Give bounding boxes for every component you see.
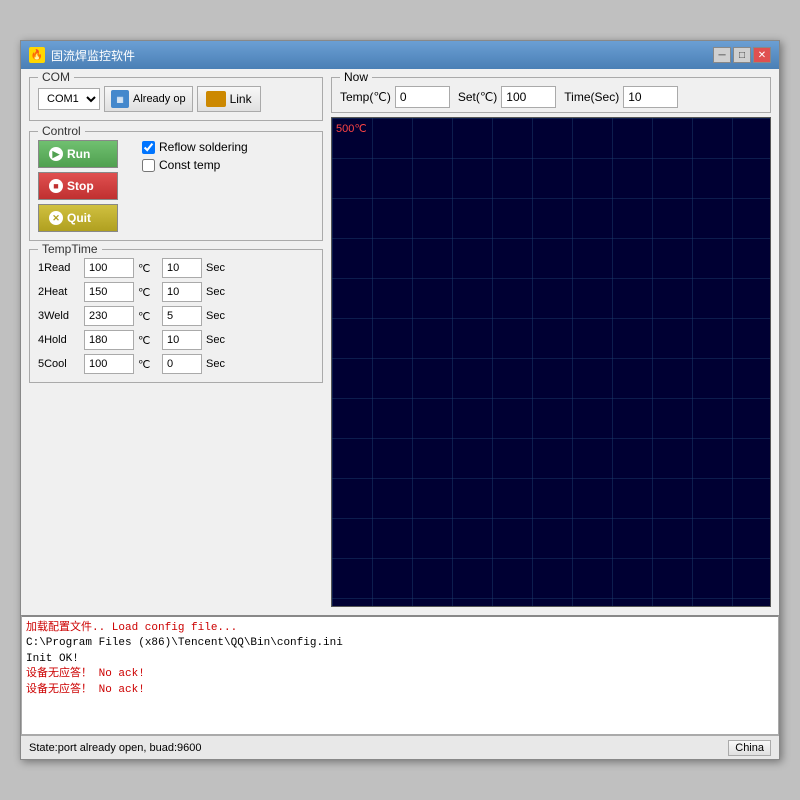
- temptime-row-2: 3Weld ℃ Sec: [38, 306, 314, 326]
- left-panel: COM COM1 COM2 COM3 COM4 ▦ Already op: [21, 69, 331, 615]
- temptime-temp-unit-1: ℃: [138, 286, 158, 299]
- reflow-checkbox-row: Reflow soldering: [142, 140, 248, 154]
- set-field: Set(℃): [458, 86, 556, 108]
- temptime-temp-unit-2: ℃: [138, 310, 158, 323]
- chart-y-label: 500℃: [336, 122, 367, 135]
- run-label: Run: [67, 147, 90, 161]
- already-icon: ▦: [111, 90, 129, 108]
- chart-container: 500℃: [331, 117, 771, 607]
- now-row: Temp(℃) Set(℃) Time(Sec): [340, 86, 762, 108]
- time-field: Time(Sec): [564, 86, 678, 108]
- temp-value-input[interactable]: [395, 86, 450, 108]
- const-label: Const temp: [159, 158, 220, 172]
- chart-grid: [332, 118, 770, 606]
- com-row: COM1 COM2 COM3 COM4 ▦ Already op Link: [38, 86, 314, 112]
- temptime-row-label-2: 3Weld: [38, 310, 80, 322]
- temptime-time-input-3[interactable]: [162, 330, 202, 350]
- temptime-row-3: 4Hold ℃ Sec: [38, 330, 314, 350]
- temptime-time-unit-0: Sec: [206, 262, 225, 274]
- reflow-checkbox[interactable]: [142, 141, 155, 154]
- temptime-temp-input-1[interactable]: [84, 282, 134, 302]
- temptime-time-unit-2: Sec: [206, 310, 225, 322]
- time-value-input[interactable]: [623, 86, 678, 108]
- status-bar: State:port already open, buad:9600 China: [21, 735, 779, 759]
- temptime-temp-unit-4: ℃: [138, 358, 158, 371]
- temptime-rows: 1Read ℃ Sec 2Heat ℃ Sec 3Weld ℃ Sec 4Hol…: [38, 258, 314, 374]
- stop-label: Stop: [67, 179, 94, 193]
- main-window: 🔥 固流焊监控软件 ─ □ ✕ COM COM1 COM2 COM3: [20, 40, 780, 760]
- control-group: Control ▶ Run ■ Stop: [29, 131, 323, 241]
- temptime-temp-input-4[interactable]: [84, 354, 134, 374]
- stop-icon: ■: [49, 179, 63, 193]
- log-area[interactable]: 加载配置文件.. Load config file...C:\Program F…: [21, 615, 779, 735]
- right-panel: Now Temp(℃) Set(℃) Time(Sec): [331, 69, 779, 615]
- reflow-label: Reflow soldering: [159, 140, 248, 154]
- temptime-row-label-3: 4Hold: [38, 334, 80, 346]
- now-panel-label: Now: [340, 70, 372, 84]
- run-button[interactable]: ▶ Run: [38, 140, 118, 168]
- temptime-temp-input-0[interactable]: [84, 258, 134, 278]
- run-icon: ▶: [49, 147, 63, 161]
- const-checkbox[interactable]: [142, 159, 155, 172]
- checkboxes: Reflow soldering Const temp: [142, 140, 248, 232]
- app-icon: 🔥: [29, 47, 45, 63]
- const-checkbox-row: Const temp: [142, 158, 248, 172]
- quit-icon: ✕: [49, 211, 63, 225]
- stop-button[interactable]: ■ Stop: [38, 172, 118, 200]
- temptime-row-4: 5Cool ℃ Sec: [38, 354, 314, 374]
- top-area: COM COM1 COM2 COM3 COM4 ▦ Already op: [21, 69, 779, 615]
- temptime-temp-unit-3: ℃: [138, 334, 158, 347]
- log-line-2: Init OK!: [26, 652, 774, 667]
- already-label: Already op: [133, 93, 186, 105]
- temptime-time-input-0[interactable]: [162, 258, 202, 278]
- temptime-time-input-4[interactable]: [162, 354, 202, 374]
- quit-button[interactable]: ✕ Quit: [38, 204, 118, 232]
- main-content: COM COM1 COM2 COM3 COM4 ▦ Already op: [21, 69, 779, 759]
- title-bar-left: 🔥 固流焊监控软件: [29, 47, 135, 64]
- set-value-input[interactable]: [501, 86, 556, 108]
- link-label: Link: [230, 92, 252, 106]
- temp-field: Temp(℃): [340, 86, 450, 108]
- temptime-row-1: 2Heat ℃ Sec: [38, 282, 314, 302]
- temptime-time-input-2[interactable]: [162, 306, 202, 326]
- com-select[interactable]: COM1 COM2 COM3 COM4: [38, 88, 100, 110]
- log-line-0: 加载配置文件.. Load config file...: [26, 621, 774, 636]
- temptime-temp-unit-0: ℃: [138, 262, 158, 275]
- temptime-row-0: 1Read ℃ Sec: [38, 258, 314, 278]
- temptime-group: TempTime 1Read ℃ Sec 2Heat ℃ Sec 3Weld ℃…: [29, 249, 323, 383]
- com-group: COM COM1 COM2 COM3 COM4 ▦ Already op: [29, 77, 323, 121]
- title-buttons: ─ □ ✕: [713, 47, 771, 63]
- status-text: State:port already open, buad:9600: [29, 742, 201, 754]
- com-group-label: COM: [38, 70, 74, 84]
- temptime-row-label-0: 1Read: [38, 262, 80, 274]
- window-title: 固流焊监控软件: [51, 47, 135, 64]
- temptime-time-input-1[interactable]: [162, 282, 202, 302]
- log-line-4: 设备无应答！ No ack!: [26, 683, 774, 698]
- log-line-3: 设备无应答！ No ack!: [26, 667, 774, 682]
- china-button[interactable]: China: [728, 740, 771, 756]
- temptime-temp-input-3[interactable]: [84, 330, 134, 350]
- temp-field-label: Temp(℃): [340, 90, 391, 104]
- minimize-button[interactable]: ─: [713, 47, 731, 63]
- temptime-time-unit-4: Sec: [206, 358, 225, 370]
- title-bar: 🔥 固流焊监控软件 ─ □ ✕: [21, 41, 779, 69]
- temptime-row-label-1: 2Heat: [38, 286, 80, 298]
- time-field-label: Time(Sec): [564, 90, 619, 104]
- temptime-temp-input-2[interactable]: [84, 306, 134, 326]
- temptime-row-label-4: 5Cool: [38, 358, 80, 370]
- link-button[interactable]: Link: [197, 86, 261, 112]
- set-field-label: Set(℃): [458, 90, 497, 104]
- already-button[interactable]: ▦ Already op: [104, 86, 193, 112]
- control-group-label: Control: [38, 124, 85, 138]
- temptime-time-unit-3: Sec: [206, 334, 225, 346]
- temptime-time-unit-1: Sec: [206, 286, 225, 298]
- temptime-group-label: TempTime: [38, 242, 102, 256]
- log-line-1: C:\Program Files (x86)\Tencent\QQ\Bin\co…: [26, 636, 774, 651]
- now-panel: Now Temp(℃) Set(℃) Time(Sec): [331, 77, 771, 113]
- link-icon: [206, 91, 226, 107]
- quit-label: Quit: [67, 211, 91, 225]
- restore-button[interactable]: □: [733, 47, 751, 63]
- close-button[interactable]: ✕: [753, 47, 771, 63]
